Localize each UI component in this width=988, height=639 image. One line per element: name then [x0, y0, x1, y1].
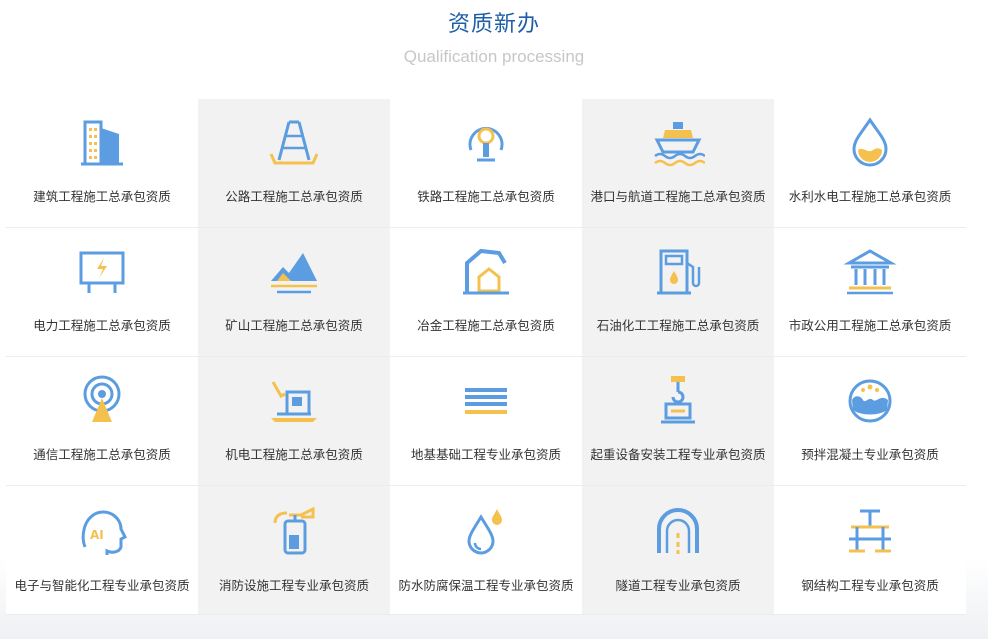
excavator-icon	[271, 381, 317, 422]
ai-head-icon: AI	[81, 510, 128, 555]
fuel-pump-icon	[657, 249, 701, 295]
qualification-item-highway[interactable]: 公路工程施工总承包资质	[198, 99, 390, 228]
waterproof-drop-icon	[467, 509, 502, 555]
qualification-label: 防水防腐保温工程专业承包资质	[398, 578, 574, 593]
qualification-item-fire-protection[interactable]: 消防设施工程专业承包资质	[198, 486, 390, 615]
qualification-item-tunnel[interactable]: 隧道工程专业承包资质	[582, 486, 774, 615]
qualification-label: 消防设施工程专业承包资质	[218, 578, 369, 593]
qualification-label: 石油化工工程施工总承包资质	[596, 318, 760, 333]
qualification-label: 公路工程施工总承包资质	[225, 189, 363, 204]
qualification-item-building[interactable]: 建筑工程施工总承包资质	[6, 99, 198, 228]
qualification-item-railway[interactable]: 铁路工程施工总承包资质	[390, 99, 582, 228]
qualification-label: 港口与航道工程施工总承包资质	[590, 189, 766, 204]
qualification-label: 钢结构工程专业承包资质	[801, 578, 939, 593]
qualification-label: 地基基础工程专业承包资质	[410, 447, 561, 462]
qualification-item-water-conservancy[interactable]: 水利水电工程施工总承包资质	[774, 99, 966, 228]
railway-icon	[468, 127, 504, 162]
qualification-item-petrochemical[interactable]: 石油化工工程施工总承包资质	[582, 228, 774, 357]
qualification-item-municipal[interactable]: 市政公用工程施工总承包资质	[774, 228, 966, 357]
qualification-item-port[interactable]: 港口与航道工程施工总承包资质	[582, 99, 774, 228]
qualification-item-ready-mixed-concrete[interactable]: 预拌混凝土专业承包资质	[774, 357, 966, 486]
qualification-item-mechanical-electrical[interactable]: 机电工程施工总承包资质	[198, 357, 390, 486]
qualification-item-foundation[interactable]: 地基基础工程专业承包资质	[390, 357, 582, 486]
qualification-item-mining[interactable]: 矿山工程施工总承包资质	[198, 228, 390, 357]
svg-text:AI: AI	[90, 528, 104, 542]
qualification-label: 通信工程施工总承包资质	[33, 447, 171, 462]
qualification-label: 机电工程施工总承包资质	[225, 447, 363, 462]
qualification-label: 水利水电工程施工总承包资质	[788, 189, 952, 204]
concrete-icon	[848, 379, 892, 423]
furnace-icon	[463, 248, 509, 295]
qualification-label: 冶金工程施工总承包资质	[417, 318, 555, 333]
qualification-label: 电力工程施工总承包资质	[33, 318, 171, 333]
section-subtitle: Qualification processing	[403, 47, 585, 66]
qualification-grid: 建筑工程施工总承包资质 公路工程施工总承包资质 铁路工程施工总承包资质 港口与航…	[6, 99, 966, 615]
qualification-item-electronics-intelligent[interactable]: AI 电子与智能化工程专业承包资质	[6, 486, 198, 615]
qualification-label: 隧道工程专业承包资质	[615, 578, 741, 593]
qualification-item-crane-installation[interactable]: 起重设备安装工程专业承包资质	[582, 357, 774, 486]
section-title: 资质新办	[447, 12, 540, 37]
qualification-label: 电子与智能化工程专业承包资质	[14, 578, 190, 593]
public-building-icon	[843, 249, 897, 295]
fire-extinguisher-icon	[273, 506, 315, 555]
qualification-item-electric-power[interactable]: 电力工程施工总承包资质	[6, 228, 198, 357]
qualification-label: 预拌混凝土专业承包资质	[801, 447, 939, 462]
building-icon	[81, 120, 123, 166]
qualification-label: 矿山工程施工总承包资质	[225, 318, 363, 333]
water-drop-icon	[852, 117, 888, 167]
section-header: 资质新办 Qualification processing	[0, 0, 988, 68]
highway-icon	[269, 120, 319, 165]
tunnel-icon	[657, 508, 699, 554]
qualification-item-metallurgy[interactable]: 冶金工程施工总承包资质	[390, 228, 582, 357]
qualification-label: 市政公用工程施工总承包资质	[788, 318, 952, 333]
electric-panel-icon	[79, 251, 125, 293]
qualification-label: 铁路工程施工总承包资质	[417, 189, 555, 204]
qualification-item-communication[interactable]: 通信工程施工总承包资质	[6, 357, 198, 486]
crane-hook-icon	[661, 376, 695, 424]
ship-icon	[654, 122, 705, 167]
qualification-item-steel-structure[interactable]: 钢结构工程专业承包资质	[774, 486, 966, 615]
qualification-label: 起重设备安装工程专业承包资质	[590, 447, 766, 462]
signal-tower-icon	[83, 375, 121, 422]
foundation-layers-icon	[465, 388, 507, 414]
mountain-icon	[271, 253, 317, 294]
qualification-item-waterproof-anticorrosion[interactable]: 防水防腐保温工程专业承包资质	[390, 486, 582, 615]
steel-structure-icon	[849, 509, 891, 553]
qualification-label: 建筑工程施工总承包资质	[33, 189, 171, 204]
